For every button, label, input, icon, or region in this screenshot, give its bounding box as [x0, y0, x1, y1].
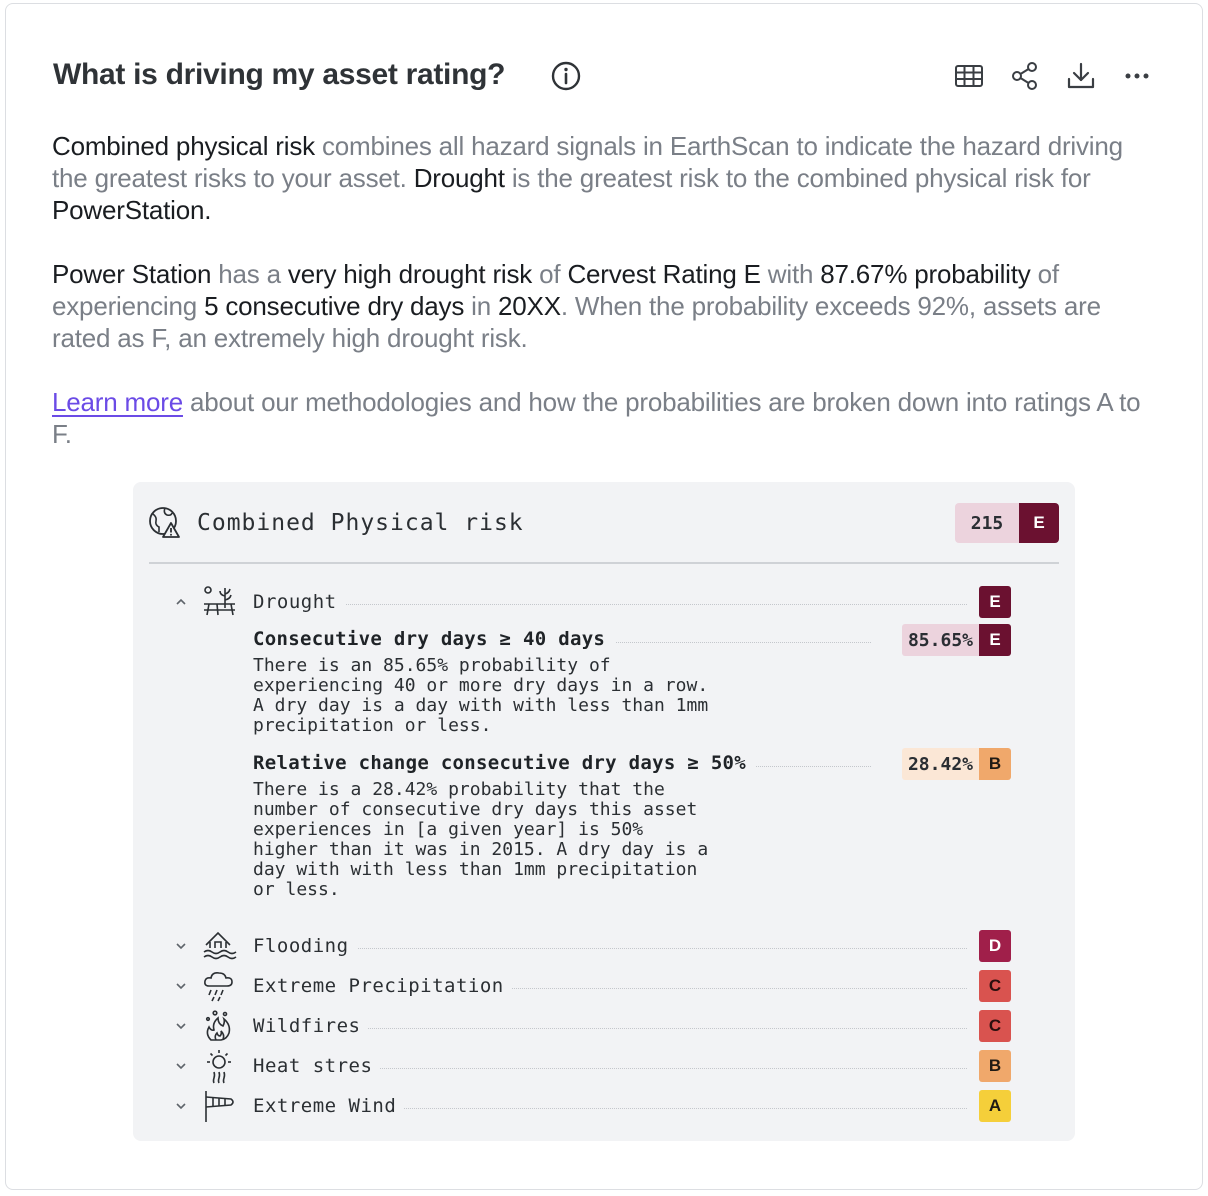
drought-metric-relative-change: Relative change consecutive dry days ≥ 5…	[253, 748, 1011, 902]
card-header: What is driving my asset rating?	[53, 56, 1153, 102]
combined-grade: E	[1019, 503, 1059, 543]
risk-breakdown-panel: Combined Physical risk 215 E Drought E C…	[133, 482, 1075, 1141]
hazard-row-drought[interactable]: Drought E	[171, 586, 1011, 618]
table-icon	[955, 65, 983, 87]
chevron-down-icon[interactable]	[171, 976, 191, 996]
hazard-label: Extreme Precipitation	[253, 975, 512, 997]
download-icon	[1067, 62, 1095, 89]
table-view-button[interactable]	[953, 60, 985, 92]
chevron-down-icon[interactable]	[171, 1056, 191, 1076]
hazard-row-extreme-precipitation[interactable]: Extreme Precipitation C	[171, 970, 1011, 1002]
combined-score-badge: 215 E	[955, 503, 1059, 543]
methodology-paragraph: Learn more about our methodologies and h…	[52, 387, 1141, 449]
chevron-down-icon[interactable]	[171, 1016, 191, 1036]
page-title: What is driving my asset rating?	[53, 58, 506, 91]
drought-icon	[201, 584, 237, 620]
panel-title: Combined Physical risk	[197, 510, 524, 536]
hazard-label: Flooding	[253, 935, 357, 957]
metric-percent: 28.42%	[901, 748, 979, 780]
combined-score: 215	[955, 503, 1019, 543]
hazard-label: Wildfires	[253, 1015, 369, 1037]
dotted-leader	[253, 948, 967, 949]
share-button[interactable]	[1009, 60, 1041, 92]
share-icon	[1012, 62, 1037, 90]
chevron-down-icon[interactable]	[171, 1096, 191, 1116]
grade-badge: D	[979, 930, 1011, 962]
grade-badge: B	[979, 1050, 1011, 1082]
hazard-row-heat-stress[interactable]: Heat stres B	[171, 1048, 1011, 1084]
wind-icon	[201, 1088, 237, 1124]
wildfire-icon	[201, 1008, 237, 1044]
toolbar	[953, 60, 1153, 92]
dotted-leader	[253, 604, 967, 605]
hazard-row-wildfires[interactable]: Wildfires C	[171, 1010, 1011, 1042]
grade-badge: E	[979, 586, 1011, 618]
drought-metric-consecutive-dry-days: Consecutive dry days ≥ 40 days 85.65% E …	[253, 624, 1011, 738]
metric-grade: E	[979, 624, 1011, 656]
ellipsis-icon	[1125, 73, 1149, 79]
more-button[interactable]	[1121, 60, 1153, 92]
hazard-label: Heat stres	[253, 1055, 381, 1077]
metric-score-badge: 85.65% E	[901, 624, 1011, 656]
summary-paragraph: Combined physical risk combines all haza…	[52, 131, 1123, 225]
info-circle-icon[interactable]	[550, 60, 582, 92]
metric-grade: B	[979, 748, 1011, 780]
metric-description: There is an 85.65% probability of experi…	[253, 655, 709, 736]
drought-detail-paragraph: Power Station has a very high drought ri…	[52, 259, 1101, 353]
metric-description: There is a 28.42% probability that the n…	[253, 779, 709, 900]
chevron-down-icon[interactable]	[171, 936, 191, 956]
download-button[interactable]	[1065, 60, 1097, 92]
hazard-row-extreme-wind[interactable]: Extreme Wind A	[171, 1090, 1011, 1122]
metric-title: Relative change consecutive dry days ≥ 5…	[253, 752, 757, 774]
hazard-row-flooding[interactable]: Flooding D	[171, 930, 1011, 962]
metric-score-badge: 28.42% B	[901, 748, 1011, 780]
metric-title: Consecutive dry days ≥ 40 days	[253, 628, 616, 650]
learn-more-link[interactable]: Learn more	[52, 387, 183, 417]
hazard-label: Extreme Wind	[253, 1095, 405, 1117]
chevron-up-icon[interactable]	[171, 592, 191, 612]
flooding-icon	[201, 928, 237, 964]
metric-percent: 85.65%	[901, 624, 979, 656]
grade-badge: C	[979, 1010, 1011, 1042]
grade-badge: A	[979, 1090, 1011, 1122]
divider	[149, 562, 1059, 564]
globe-warning-icon	[147, 504, 183, 540]
grade-badge: C	[979, 970, 1011, 1002]
precipitation-icon	[201, 968, 237, 1004]
heat-icon	[201, 1048, 237, 1084]
hazard-label: Drought	[253, 591, 345, 613]
